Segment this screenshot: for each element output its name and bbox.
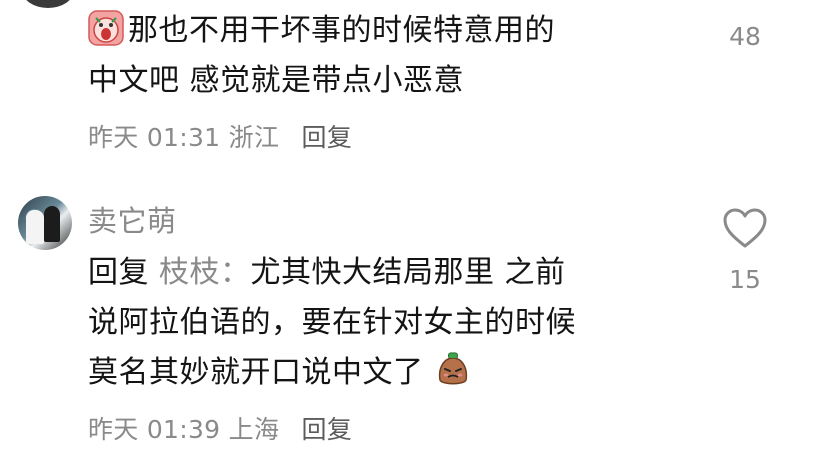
reply-button[interactable]: 回复 bbox=[302, 123, 353, 152]
comment-text: 回复 枝枝：尤其快大结局那里 之前 说阿拉伯语的，要在针对女主的时候 莫名其妙就开… bbox=[88, 248, 708, 398]
reply-prefix: 回复 bbox=[88, 255, 149, 290]
avatar[interactable] bbox=[22, 0, 74, 8]
avatar[interactable] bbox=[18, 196, 72, 250]
comment-location: 上海 bbox=[228, 415, 280, 444]
heart-outline-icon[interactable] bbox=[730, 0, 760, 8]
username[interactable]: 卖它萌 bbox=[88, 198, 177, 240]
like-count: 48 bbox=[729, 22, 761, 51]
reply-button[interactable]: 回复 bbox=[302, 415, 353, 444]
face-screaming-emoji bbox=[88, 10, 124, 46]
comment-meta: 昨天 01:31 浙江 回复 bbox=[88, 118, 352, 154]
comment-time: 昨天 01:31 bbox=[88, 123, 221, 152]
heart-outline-icon[interactable] bbox=[722, 207, 768, 249]
comment-text: 那也不用干坏事的时候特意用的 中文吧 感觉就是带点小恶意 bbox=[88, 6, 708, 106]
comment-line: 那也不用干坏事的时候特意用的 bbox=[128, 13, 555, 48]
like-count: 15 bbox=[729, 265, 761, 294]
confused-potato-emoji bbox=[434, 350, 472, 388]
comment-line: 说阿拉伯语的，要在针对女主的时候 bbox=[88, 305, 576, 340]
comment-line: 中文吧 感觉就是带点小恶意 bbox=[88, 63, 465, 98]
reply-target-user[interactable]: 枝枝： bbox=[159, 255, 251, 290]
comment-location: 浙江 bbox=[228, 123, 280, 152]
comment-time: 昨天 01:39 bbox=[88, 415, 221, 444]
comment-line: 尤其快大结局那里 之前 bbox=[250, 255, 566, 290]
comment-line: 莫名其妙就开口说中文了 bbox=[88, 355, 424, 390]
comment-meta: 昨天 01:39 上海 回复 bbox=[88, 410, 352, 446]
